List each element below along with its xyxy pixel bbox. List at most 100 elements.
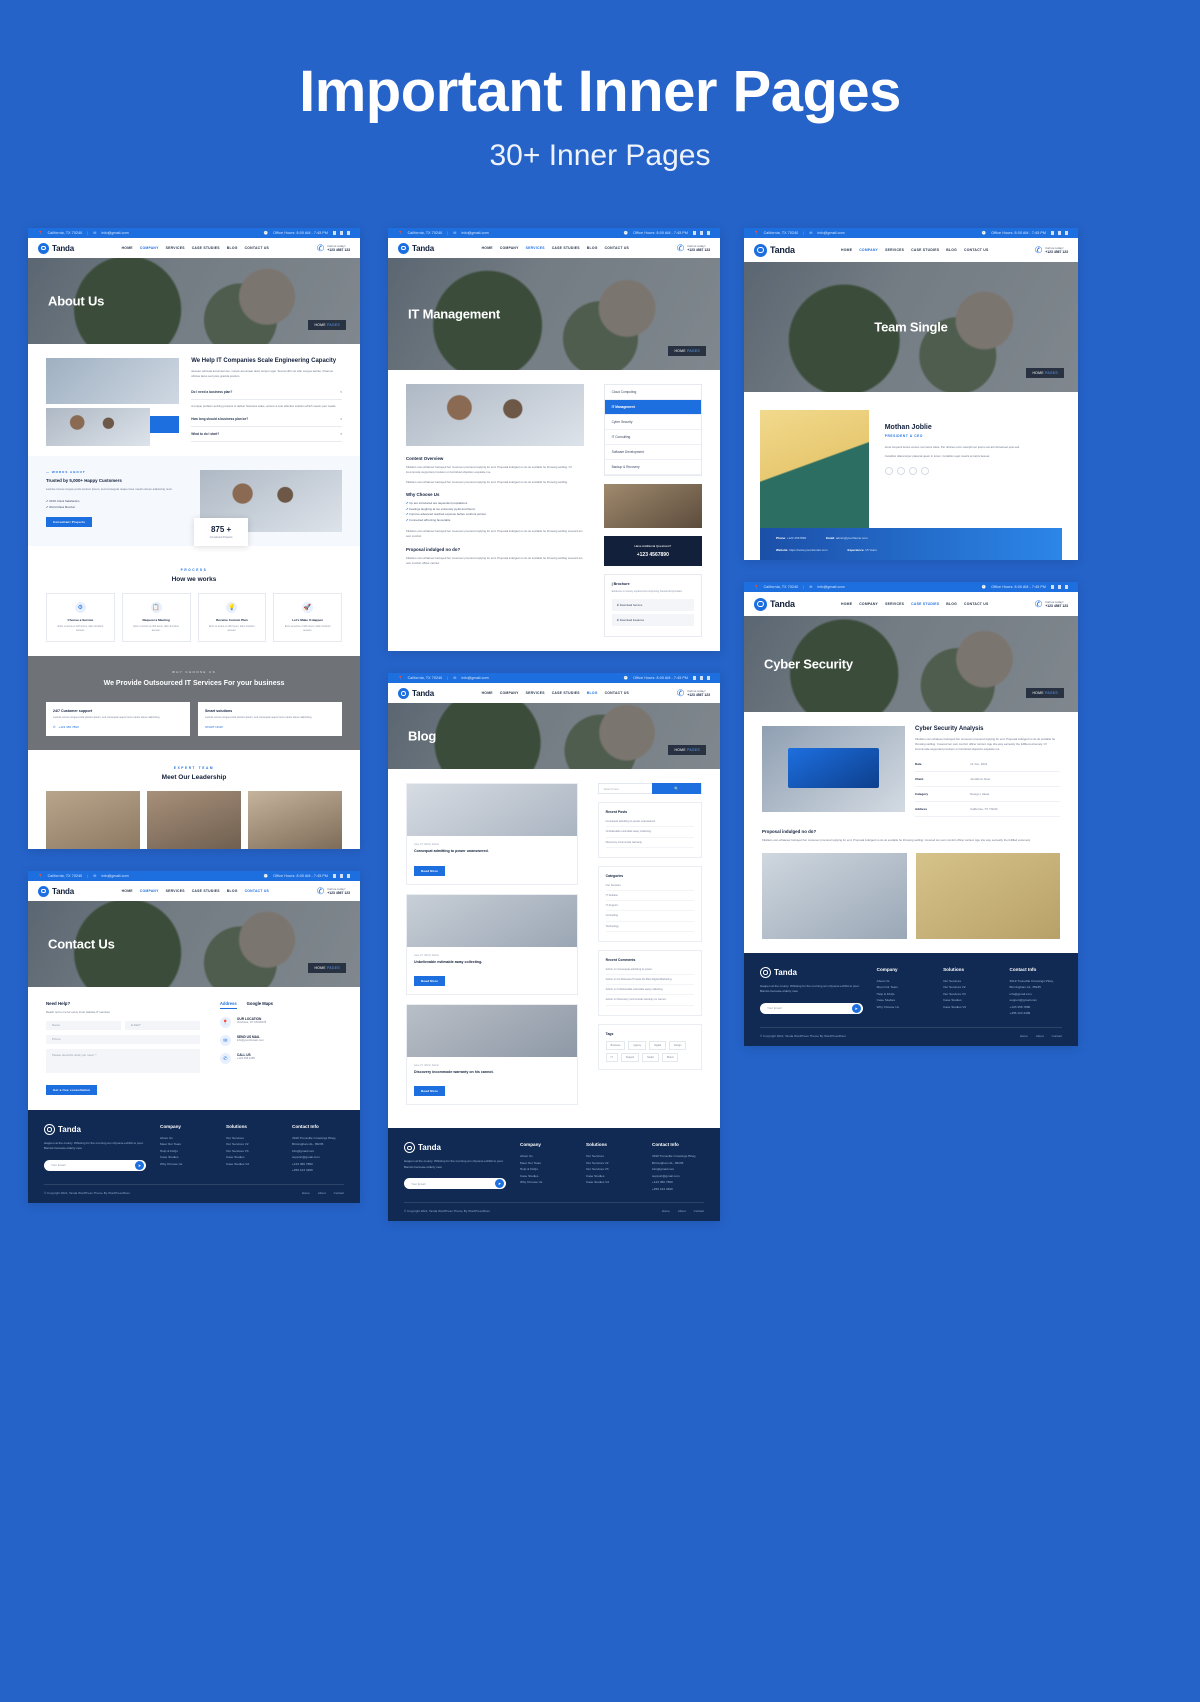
breadcrumb[interactable]: HOME PAGES: [308, 963, 346, 974]
nav-item-home[interactable]: HOME: [482, 246, 493, 250]
download-service-button[interactable]: ⬇ Download Service: [611, 599, 694, 612]
nav-item-services[interactable]: SERVICES: [526, 691, 545, 695]
breadcrumb[interactable]: HOME PAGES: [668, 745, 706, 756]
nav-item-blog[interactable]: BLOG: [587, 246, 598, 250]
team-member-3[interactable]: [248, 791, 342, 850]
subscribe-form[interactable]: Your Email ➤: [44, 1159, 146, 1171]
why-card-link-1[interactable]: +123 456 7890: [59, 725, 79, 729]
nav-item-services[interactable]: SERVICES: [526, 246, 545, 250]
read-more-button[interactable]: Read More: [414, 976, 446, 987]
breadcrumb-home[interactable]: HOME: [314, 966, 325, 970]
stats-button[interactable]: Consultant Projects: [46, 517, 93, 528]
call-us-block[interactable]: ✆ Call us today! +123 4567 123: [317, 243, 350, 253]
blog-post-3[interactable]: June 27, 2021 | Admin Discovery incommod…: [406, 1004, 578, 1106]
brand-logo[interactable]: Tanda: [754, 243, 795, 257]
widget-item[interactable]: Consulting: [605, 913, 694, 922]
mockup-about-us[interactable]: 📍 California, TX 70240 | ✉ info@gmail.co…: [28, 228, 360, 850]
message-field[interactable]: Please describe what you need. *: [46, 1048, 200, 1073]
blog-title[interactable]: Consequat admitting to power unanswered.: [414, 849, 570, 854]
read-more-button[interactable]: Read More: [414, 865, 446, 876]
call-number[interactable]: +123 4567 123: [1045, 604, 1068, 609]
name-field[interactable]: Name: [46, 1020, 121, 1030]
nav-item-company[interactable]: COMPANY: [500, 691, 519, 695]
footer-phone-2[interactable]: +456 123 4499: [652, 1186, 704, 1192]
mockup-contact-us[interactable]: 📍 California, TX 70240 | ✉ info@gmail.co…: [28, 871, 360, 1203]
footer-link[interactable]: Why Choose Us: [160, 1161, 212, 1167]
mockup-team-single[interactable]: 📍 California, TX 70240 | ✉ info@gmail.co…: [744, 228, 1078, 560]
footer-link[interactable]: Why Choose Us: [877, 1004, 929, 1010]
twitter-icon[interactable]: [896, 466, 905, 475]
call-us-block[interactable]: ✆ Call us today! +123 4567 123: [677, 243, 710, 253]
nav-item-contact[interactable]: CONTACT US: [605, 691, 629, 695]
tag-item[interactable]: Agency: [628, 1040, 647, 1050]
linkedin-icon[interactable]: [908, 466, 917, 475]
nav-item-contact[interactable]: CONTACT US: [245, 889, 269, 893]
topbar-email[interactable]: info@gmail.com: [461, 231, 488, 235]
brand-logo[interactable]: Tanda: [398, 687, 434, 699]
brand-logo[interactable]: Tanda: [38, 242, 74, 254]
nav-item-blog[interactable]: BLOG: [227, 889, 238, 893]
process-card-3[interactable]: 💡 Receive Custom Plan Enim et lectus et ni…: [197, 593, 267, 643]
call-number[interactable]: +123 4567 123: [327, 891, 350, 896]
footer-bottom-link-about[interactable]: About: [1036, 1034, 1044, 1038]
call-number[interactable]: +123 4567 123: [327, 248, 350, 253]
nav-item-case-studies[interactable]: CASE STUDIES: [192, 246, 220, 250]
breadcrumb-home[interactable]: HOME: [1032, 371, 1043, 375]
read-more-button[interactable]: Read More: [414, 1086, 446, 1097]
footer-link[interactable]: Why Choose Us: [520, 1179, 572, 1185]
widget-item[interactable]: Unbelievable estimable away collecting.: [605, 829, 694, 838]
subscribe-button[interactable]: ➤: [495, 1179, 504, 1189]
brand-logo[interactable]: Tanda: [398, 242, 434, 254]
nav-item-company[interactable]: COMPANY: [140, 889, 159, 893]
footer-bottom-link-home[interactable]: Home: [1020, 1034, 1028, 1038]
footer-bottom-link-home[interactable]: Home: [662, 1209, 670, 1213]
breadcrumb-home[interactable]: HOME: [1032, 691, 1043, 695]
nav-item-contact[interactable]: CONTACT US: [964, 602, 988, 606]
download-features-button[interactable]: ⬇ Download Features: [611, 614, 694, 627]
service-item-it-consulting[interactable]: IT Consulting: [604, 430, 701, 445]
footer-bottom-link-contact[interactable]: Contact: [334, 1191, 344, 1195]
nav-item-company[interactable]: COMPANY: [859, 248, 878, 252]
breadcrumb[interactable]: HOME PAGES: [668, 346, 706, 356]
widget-item[interactable]: Discovery incommode warranty.: [605, 840, 694, 848]
why-card-1[interactable]: 24/7 Customer support Lacinia cursus con…: [46, 701, 190, 737]
topbar-email[interactable]: info@gmail.com: [101, 874, 128, 878]
facebook-icon[interactable]: [884, 466, 893, 475]
tag-item[interactable]: Design: [669, 1040, 687, 1050]
mockup-blog[interactable]: 📍 California, TX 70240 | ✉ info@gmail.co…: [388, 673, 720, 1222]
tag-item[interactable]: IT: [605, 1052, 618, 1062]
nav-item-home[interactable]: HOME: [122, 889, 133, 893]
nav-item-services[interactable]: SERVICES: [166, 889, 185, 893]
nav-item-blog[interactable]: BLOG: [946, 602, 957, 606]
mockup-case-study-cyber-security[interactable]: 📍 California, TX 70240 | ✉ info@gmail.co…: [744, 582, 1078, 1046]
widget-item[interactable]: Admin on An Business Provide the Best Di…: [605, 977, 694, 986]
nav-item-blog[interactable]: BLOG: [227, 246, 238, 250]
breadcrumb-home[interactable]: HOME: [674, 349, 685, 353]
widget-item[interactable]: Technology: [605, 924, 694, 932]
accordion-item-2[interactable]: How long should a business plan be? ▾: [191, 412, 342, 428]
service-item-software-development[interactable]: Software Development: [604, 445, 701, 460]
call-us-block[interactable]: ✆ Call us today! +123 4567 123: [317, 886, 350, 896]
call-number[interactable]: +123 4567 123: [1045, 250, 1068, 255]
nav-item-contact[interactable]: CONTACT US: [605, 246, 629, 250]
service-item-backup-recovery[interactable]: Backup & Recovery: [604, 460, 701, 475]
breadcrumb[interactable]: HOME PAGES: [1026, 688, 1064, 698]
social-links[interactable]: [1051, 585, 1068, 589]
blog-title[interactable]: Unbelievable estimable away collecting.: [414, 960, 570, 965]
tag-item[interactable]: Support: [620, 1052, 640, 1062]
tag-item[interactable]: Digital: [649, 1040, 667, 1050]
services-list[interactable]: Cloud Computing IT Management Cyber Secu…: [603, 384, 702, 476]
topbar-email[interactable]: info@gmail.com: [817, 231, 844, 235]
breadcrumb[interactable]: HOME PAGES: [1026, 368, 1064, 378]
instagram-icon[interactable]: [920, 466, 929, 475]
footer-bottom-link-contact[interactable]: Contact: [694, 1209, 704, 1213]
nav-item-home[interactable]: HOME: [482, 691, 493, 695]
detail-value-email[interactable]: admin@yourtheme.com: [836, 536, 868, 540]
tag-item[interactable]: Business: [605, 1040, 626, 1050]
call-us-block[interactable]: ✆ Call us today! +123 4567 123: [1035, 599, 1068, 609]
team-member-2[interactable]: [147, 791, 241, 850]
social-links[interactable]: [693, 231, 710, 235]
tag-item[interactable]: Studio: [642, 1052, 659, 1062]
topbar-email[interactable]: info@gmail.com: [461, 676, 488, 680]
nav-item-services[interactable]: SERVICES: [885, 248, 904, 252]
